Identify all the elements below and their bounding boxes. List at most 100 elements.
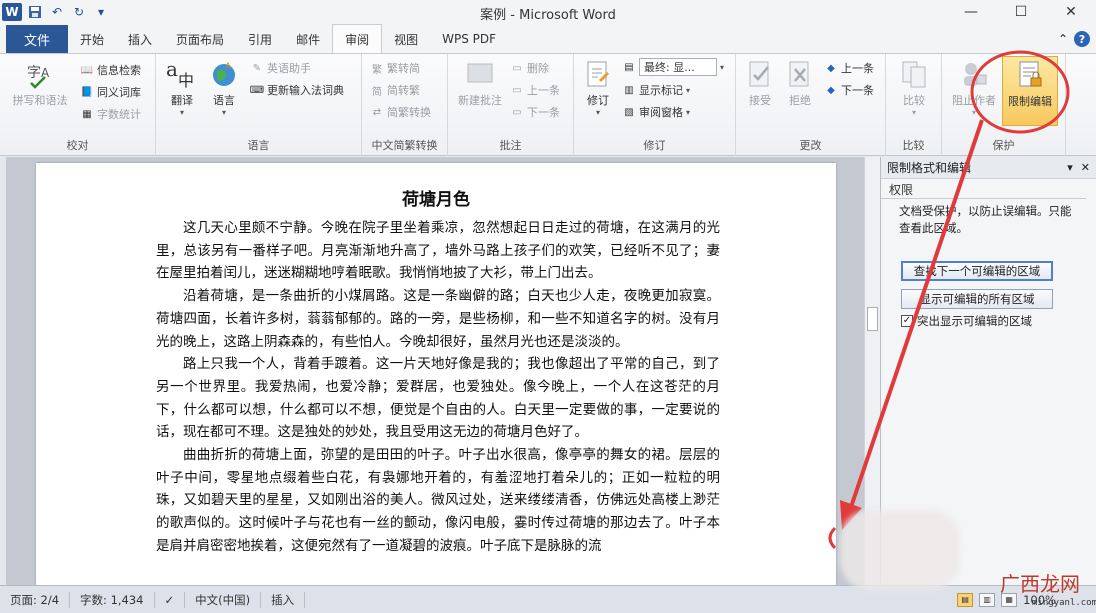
accept-button[interactable]: 接受 (742, 58, 778, 108)
display-for-review-dropdown[interactable]: ▤ 最终: 显... ▾ (622, 58, 724, 76)
maximize-button[interactable]: ☐ (996, 0, 1046, 24)
document-page[interactable]: 荷塘月色 这几天心里颇不宁静。今晚在院子里坐着乘凉，忽然想起日日走过的荷塘，在这… (36, 163, 836, 585)
word-logo-icon[interactable]: W (2, 3, 22, 21)
svg-text:字: 字 (27, 65, 41, 81)
next-comment-button[interactable]: ▭ 下一条 (510, 104, 560, 120)
new-comment-button[interactable]: 新建批注 (452, 58, 508, 108)
previous-comment-button[interactable]: ▭ 上一条 (510, 82, 560, 98)
next-comment-icon: ▭ (512, 106, 522, 118)
research-button[interactable]: 📖 信息检索 (80, 62, 141, 78)
redo-icon[interactable]: ↻ (70, 3, 88, 21)
reject-icon (784, 58, 816, 90)
print-layout-view-icon[interactable]: ▤ (957, 592, 974, 607)
english-assistant-icon: ✎ (252, 62, 262, 74)
tab-insert[interactable]: 插入 (116, 25, 164, 53)
english-assistant-button[interactable]: ✎ 英语助手 (250, 60, 311, 76)
document-body[interactable]: 这几天心里颇不宁静。今晚在院子里坐着乘凉，忽然想起日日走过的荷塘，在这满月的光里… (156, 217, 720, 558)
group-label-compare: 比较 (902, 139, 925, 152)
compare-icon (898, 58, 930, 90)
group-label-language: 语言 (247, 139, 270, 152)
review-pane-button[interactable]: ▧ 审阅窗格 ▾ (622, 104, 690, 120)
restrict-editing-button[interactable]: 限制编辑 (1002, 56, 1058, 126)
title-bar: W ↶ ↻ ▾ 案例 - Microsoft Word — ☐ ✕ (0, 0, 1096, 24)
minimize-button[interactable]: — (946, 0, 996, 24)
display-review-icon: ▤ (624, 61, 634, 73)
tab-review[interactable]: 审阅 (332, 24, 383, 53)
group-label-chinese-conversion: 中文简繁转换 (371, 139, 438, 152)
previous-comment-icon: ▭ (512, 84, 522, 96)
delete-comment-button[interactable]: ▭ 删除 (510, 60, 549, 76)
word-count-button[interactable]: ▦ 字数统计 (80, 106, 141, 122)
watermark-url: mingyanl.com (1032, 598, 1096, 608)
tab-view[interactable]: 视图 (382, 25, 430, 53)
pane-close-icon[interactable]: ✕ (1081, 161, 1090, 174)
highlight-editable-regions-checkbox[interactable]: ✓ 突出显示可编辑的区域 (901, 313, 1032, 329)
tab-references[interactable]: 引用 (236, 25, 284, 53)
globe-icon: A (208, 58, 240, 90)
block-authors-icon (958, 58, 990, 90)
tab-home[interactable]: 开始 (68, 25, 116, 53)
find-next-editable-region-button[interactable]: 查找下一个可编辑的区域 (901, 261, 1053, 281)
translate-button[interactable]: a中 翻译 ▾ (162, 58, 202, 117)
full-screen-view-icon[interactable]: ▥ (979, 592, 996, 607)
thesaurus-icon: 📘 (80, 86, 94, 98)
document-title: 荷塘月色 (402, 190, 470, 210)
show-all-editable-regions-button[interactable]: 显示可编辑的所有区域 (901, 289, 1053, 309)
document-area[interactable]: 荷塘月色 这几天心里颇不宁静。今晚在院子里坐着乘凉，忽然想起日日走过的荷塘，在这… (0, 157, 864, 585)
status-insert-mode[interactable]: 插入 (261, 591, 306, 608)
status-word-count[interactable]: 字数: 1,434 (70, 591, 155, 608)
vertical-ruler (0, 157, 6, 585)
restrict-editing-icon (1014, 59, 1046, 91)
watermark-logo: 广西龙网 (1000, 572, 1080, 596)
track-changes-icon (582, 58, 614, 90)
language-button[interactable]: A 语言 ▾ (204, 58, 244, 117)
group-protect: 阻止作者 ▾ 限制编辑 保护 (942, 54, 1066, 156)
scrollbar-thumb[interactable] (867, 307, 878, 331)
word-count-icon: ▦ (82, 108, 92, 120)
undo-icon[interactable]: ↶ (48, 3, 66, 21)
translate-icon: a中 (166, 58, 198, 90)
group-chinese-conversion: 繁繁转简 简简转繁 ⇄ 简繁转换 中文简繁转换 (362, 54, 448, 156)
next-change-button[interactable]: ◆ 下一条 (824, 82, 874, 98)
tab-file[interactable]: 文件 (6, 25, 68, 53)
ribbon-tabs: 文件 开始 插入 页面布局 引用 邮件 审阅 视图 WPS PDF ⌃ ? (0, 24, 1096, 54)
customize-qat-icon[interactable]: ▾ (92, 3, 110, 21)
group-label-comments: 批注 (499, 139, 522, 152)
tab-wps-pdf[interactable]: WPS PDF (430, 25, 508, 53)
track-changes-button[interactable]: 修订 ▾ (580, 58, 616, 117)
status-language[interactable]: 中文(中国) (185, 591, 262, 608)
group-label-proofing: 校对 (66, 139, 89, 152)
traditional-to-simplified-button[interactable]: 繁繁转简 (370, 60, 420, 76)
simplified-to-traditional-button[interactable]: 简简转繁 (370, 82, 420, 98)
group-compare: 比较 ▾ 比较 (886, 54, 942, 156)
pane-options-icon[interactable]: ▾ (1067, 161, 1073, 174)
ribbon-review: 字A 拼写和语法 📖 信息检索 📘 同义词库 ▦ 字数统计 校对 a中 翻译 ▾ A … (0, 54, 1096, 156)
spelling-grammar-button[interactable]: 字A 拼写和语法 (8, 58, 72, 108)
close-button[interactable]: ✕ (1046, 0, 1096, 24)
group-label-protect: 保护 (992, 139, 1015, 152)
tab-mailings[interactable]: 邮件 (284, 25, 332, 53)
block-authors-button[interactable]: 阻止作者 ▾ (948, 58, 1000, 117)
delete-comment-icon: ▭ (512, 62, 522, 74)
window-title: 案例 - Microsoft Word (480, 8, 616, 23)
save-icon[interactable] (26, 3, 44, 21)
svg-text:a: a (166, 58, 178, 81)
collapse-ribbon-icon[interactable]: ⌃ (1058, 32, 1068, 46)
quick-access-toolbar: W ↶ ↻ ▾ (0, 3, 110, 21)
document-paragraph: 这几天心里颇不宁静。今晚在院子里坐着乘凉，忽然想起日日走过的荷塘，在这满月的光里… (156, 220, 720, 282)
help-icon[interactable]: ? (1074, 31, 1090, 47)
chinese-conversion-button[interactable]: ⇄ 简繁转换 (370, 104, 431, 120)
update-ime-dictionary-button[interactable]: ⌨ 更新输入法词典 (250, 82, 344, 98)
show-markup-button[interactable]: ▥ 显示标记 ▾ (622, 82, 690, 98)
tab-page-layout[interactable]: 页面布局 (164, 25, 236, 53)
thesaurus-button[interactable]: 📘 同义词库 (80, 84, 141, 100)
previous-change-button[interactable]: ◆ 上一条 (824, 60, 874, 76)
compare-button[interactable]: 比较 ▾ (896, 58, 932, 117)
checkbox-checked-icon[interactable]: ✓ (901, 315, 913, 327)
group-label-tracking: 修订 (643, 139, 666, 152)
status-proofing-icon[interactable]: ✓ (155, 591, 186, 608)
status-page[interactable]: 页面: 2/4 (0, 591, 71, 608)
document-paragraph: 沿着荷塘，是一条曲折的小煤屑路。这是一条幽僻的路；白天也少人走，夜晚更加寂寞。荷… (156, 288, 720, 350)
research-icon: 📖 (80, 64, 94, 76)
reject-button[interactable]: 拒绝 (782, 58, 818, 108)
